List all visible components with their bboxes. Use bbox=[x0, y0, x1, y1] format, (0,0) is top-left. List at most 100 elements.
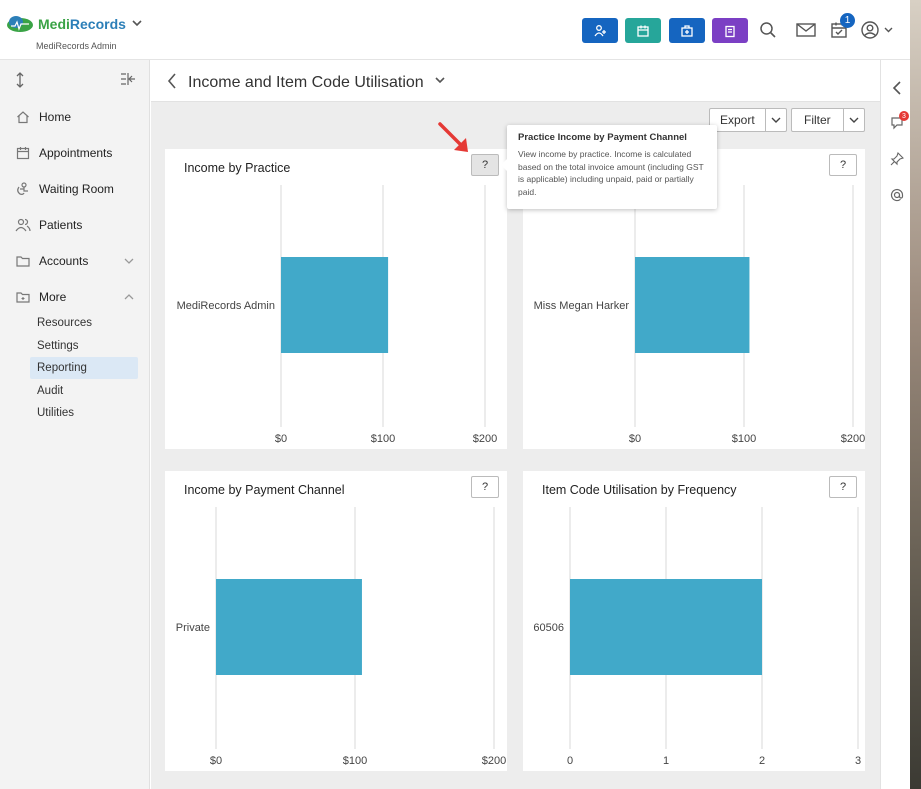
top-bar: MediRecords MediRecords Admin 1 bbox=[0, 0, 921, 60]
chevron-left-icon bbox=[892, 81, 901, 95]
category-label: 60506 bbox=[533, 622, 564, 634]
mention-button[interactable] bbox=[889, 187, 905, 203]
chevron-down-icon bbox=[132, 18, 142, 30]
x-tick-label: 0 bbox=[567, 755, 573, 767]
sidebar-item-label: Appointments bbox=[39, 146, 113, 160]
annotation-arrow-icon bbox=[438, 122, 468, 152]
page-title: Income and Item Code Utilisation bbox=[188, 74, 424, 91]
chevron-down-icon bbox=[884, 27, 893, 33]
x-tick-label: $0 bbox=[210, 755, 222, 767]
x-tick-label: $0 bbox=[629, 433, 641, 445]
income-by-payment-channel-card: Income by Payment Channel ? $0 $100 $200 Pr… bbox=[165, 471, 507, 771]
chevron-up-icon bbox=[124, 292, 134, 303]
patients-icon bbox=[15, 217, 31, 233]
right-rail: 3 bbox=[880, 60, 910, 789]
x-tick-label: $200 bbox=[841, 433, 865, 445]
page-header: Income and Item Code Utilisation bbox=[151, 60, 880, 102]
sidebar-item-more[interactable]: More bbox=[0, 283, 150, 311]
collapse-sidebar-icon[interactable] bbox=[120, 72, 136, 86]
chart-svg: $0 $100 $200 Private bbox=[176, 507, 506, 767]
sidebar-item-label: Home bbox=[39, 110, 72, 124]
folder-icon bbox=[15, 253, 31, 269]
at-sign-icon bbox=[890, 189, 904, 202]
bar bbox=[635, 257, 750, 353]
calendar-icon bbox=[15, 145, 31, 161]
sidebar: Home Appointments Waiting Room Patients … bbox=[0, 60, 150, 789]
export-button[interactable]: Export bbox=[710, 109, 766, 131]
brand-name: MediRecords bbox=[38, 16, 126, 32]
home-icon bbox=[15, 109, 31, 125]
category-label: MediRecords Admin bbox=[177, 300, 275, 312]
collapse-panel-button[interactable] bbox=[889, 80, 905, 96]
x-tick-label: 2 bbox=[759, 755, 765, 767]
x-tick-label: 1 bbox=[663, 755, 669, 767]
help-tooltip: Practice Income by Payment Channel View … bbox=[501, 125, 717, 209]
add-patient-button[interactable] bbox=[582, 18, 618, 43]
mail-icon bbox=[796, 23, 816, 37]
item-code-utilisation-card: Item Code Utilisation by Frequency ? 012… bbox=[523, 471, 865, 771]
tooltip-body: View income by practice. Income is calcu… bbox=[518, 149, 704, 197]
chevron-down-icon bbox=[771, 117, 781, 123]
sidebar-item-accounts[interactable]: Accounts bbox=[0, 247, 150, 275]
app-switcher[interactable]: MediRecords bbox=[6, 14, 142, 34]
expand-vertical-icon[interactable] bbox=[14, 72, 26, 88]
sidebar-item-label: Accounts bbox=[39, 254, 89, 268]
sidebar-subitem-utilities[interactable]: Utilities bbox=[30, 402, 138, 424]
user-avatar-icon bbox=[861, 21, 879, 39]
chat-badge: 3 bbox=[899, 111, 909, 121]
back-icon[interactable] bbox=[167, 73, 177, 89]
pin-icon bbox=[890, 152, 904, 166]
chevron-down-icon[interactable] bbox=[435, 77, 445, 84]
sidebar-item-label: Waiting Room bbox=[39, 182, 114, 196]
x-tick-label: $100 bbox=[732, 433, 756, 445]
desktop-background-edge bbox=[910, 0, 921, 789]
income-by-practice-card: Income by Practice ? $0 $100 $200 MediRecor… bbox=[165, 149, 507, 449]
category-label: Private bbox=[176, 622, 210, 634]
chart-svg: $0 $100 $200 MediRecords Admin bbox=[177, 185, 497, 445]
x-tick-label: $100 bbox=[343, 755, 367, 767]
filter-button-group: Filter bbox=[791, 108, 865, 132]
x-tick-label: 3 bbox=[855, 755, 861, 767]
search-icon bbox=[760, 22, 776, 38]
sidebar-item-patients[interactable]: Patients bbox=[0, 211, 150, 239]
bar bbox=[281, 257, 389, 353]
sidebar-item-home[interactable]: Home bbox=[0, 103, 150, 131]
chart-svg: 0 1 2 3 60506 bbox=[533, 507, 861, 767]
x-tick-label: $200 bbox=[473, 433, 497, 445]
calendar-plus-icon bbox=[637, 25, 649, 37]
user-menu-button[interactable] bbox=[861, 20, 897, 40]
export-dropdown-button[interactable] bbox=[766, 109, 786, 131]
sidebar-subitem-resources[interactable]: Resources bbox=[30, 312, 138, 334]
add-person-icon bbox=[594, 24, 606, 36]
practice-name: MediRecords Admin bbox=[36, 41, 117, 51]
pin-button[interactable] bbox=[889, 151, 905, 167]
filter-dropdown-button[interactable] bbox=[844, 109, 864, 131]
bar bbox=[216, 579, 362, 675]
clipboard-icon bbox=[725, 25, 735, 37]
messages-button[interactable] bbox=[796, 20, 816, 40]
x-tick-label: $200 bbox=[482, 755, 506, 767]
chevron-down-icon bbox=[849, 117, 859, 123]
sidebar-item-waiting-room[interactable]: Waiting Room bbox=[0, 175, 150, 203]
sidebar-item-appointments[interactable]: Appointments bbox=[0, 139, 150, 167]
sidebar-subitem-reporting[interactable]: Reporting bbox=[30, 357, 138, 379]
medical-kit-button[interactable] bbox=[669, 18, 705, 43]
sidebar-subitem-settings[interactable]: Settings bbox=[30, 335, 138, 357]
logo-icon bbox=[7, 16, 33, 32]
add-appointment-button[interactable] bbox=[625, 18, 661, 43]
filter-button[interactable]: Filter bbox=[792, 109, 844, 131]
notification-badge: 1 bbox=[840, 13, 855, 28]
medical-kit-icon bbox=[681, 24, 693, 37]
sidebar-subitem-audit[interactable]: Audit bbox=[30, 380, 138, 402]
export-button-group: Export bbox=[709, 108, 787, 132]
sidebar-item-label: More bbox=[39, 290, 67, 304]
waiting-room-icon bbox=[15, 181, 31, 197]
search-button[interactable] bbox=[758, 20, 778, 40]
x-tick-label: $100 bbox=[371, 433, 395, 445]
clipboard-button[interactable] bbox=[712, 18, 748, 43]
bar bbox=[570, 579, 762, 675]
sidebar-item-label: Patients bbox=[39, 218, 83, 232]
more-folder-icon bbox=[15, 289, 31, 305]
x-tick-label: $0 bbox=[275, 433, 287, 445]
tooltip-title: Practice Income by Payment Channel bbox=[518, 132, 687, 143]
